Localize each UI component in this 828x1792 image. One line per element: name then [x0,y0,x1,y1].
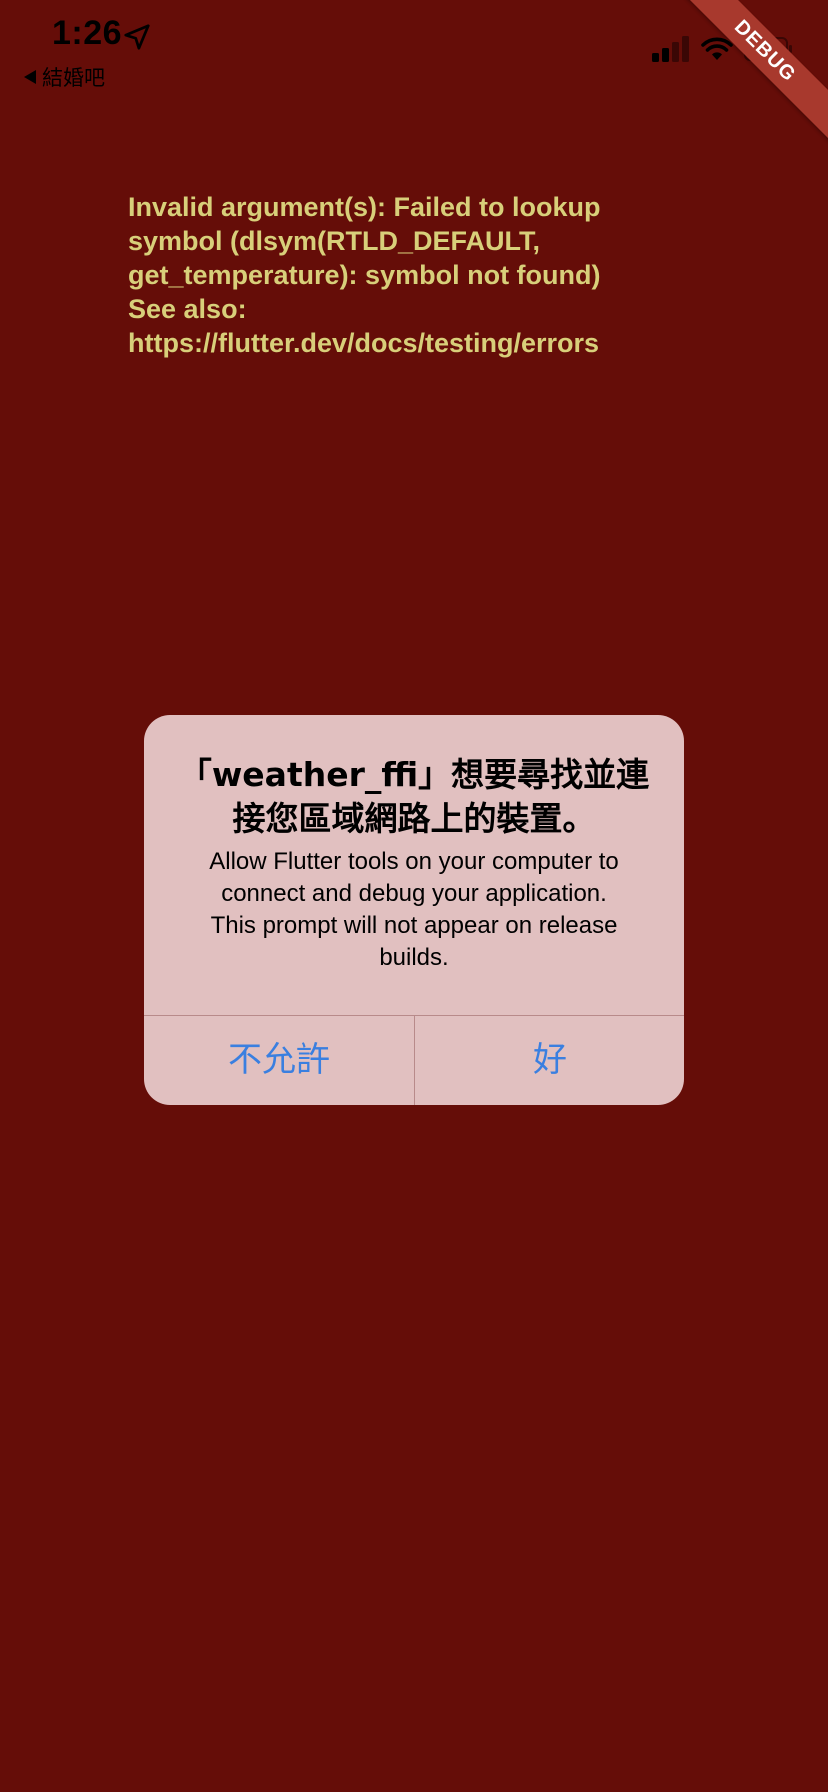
alert-title-line: 接您區域網路上的裝置。 [232,799,596,838]
error-line: https://flutter.dev/docs/testing/errors [128,328,600,358]
status-time: 1:26 [52,14,123,52]
alert-message-line: Allow Flutter tools on your computer to [209,848,619,875]
error-line: symbol (dlsym(RTLD_DEFAULT, [128,226,541,256]
deny-button[interactable]: 不允許 [144,1016,414,1105]
back-app-label: 結婚吧 [42,66,105,90]
allow-button[interactable]: 好 [415,1016,684,1105]
alert-message-line: This prompt will not appear on release [210,912,618,939]
signal-icon [652,36,689,62]
location-arrow-icon [124,24,150,50]
back-arrow-icon [24,70,36,84]
alert-title: 「weather_ffi」想要尋找並連 接您區域網路上的裝置。 [164,753,664,841]
alert-message: Allow Flutter tools on your computer to … [164,846,664,974]
local-network-permission-alert: 「weather_ffi」想要尋找並連 接您區域網路上的裝置。 Allow Fl… [144,715,684,1105]
error-message: Invalid argument(s): Failed to lookup sy… [128,190,768,360]
error-line: Invalid argument(s): Failed to lookup [128,192,601,222]
error-line: See also: [128,294,247,324]
back-to-app-link[interactable]: 結婚吧 [24,62,105,92]
alert-message-line: connect and debug your application. [221,880,607,907]
alert-title-line: 「weather_ffi」想要尋找並連 [178,755,650,794]
error-line: get_temperature): symbol not found) [128,260,601,290]
alert-message-line: builds. [379,944,449,971]
